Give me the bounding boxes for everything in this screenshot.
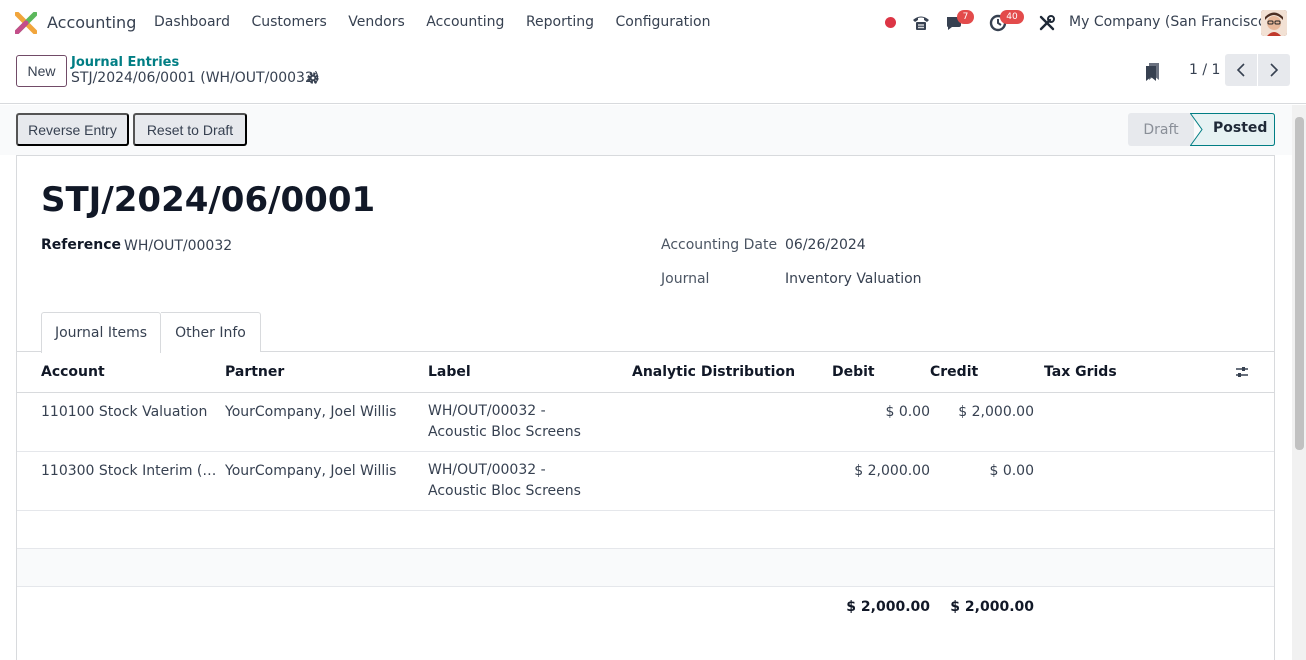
menu-configuration[interactable]: Configuration <box>616 14 711 30</box>
cell-label[interactable]: WH/OUT/00032 - Acoustic Bloc Screens <box>428 392 632 452</box>
reverse-entry-button[interactable]: Reverse Entry <box>16 113 129 146</box>
table-row[interactable]: 110300 Stock Interim (Delivered) YourCom… <box>17 451 1274 511</box>
journal-items-table: Account Partner Label Analytic Distribut… <box>17 352 1274 624</box>
breadcrumb-current: STJ/2024/06/0001 (WH/OUT/00032) <box>71 70 320 86</box>
totals-row: $ 2,000.00 $ 2,000.00 <box>17 586 1274 624</box>
empty-row <box>17 548 1274 587</box>
journal-field[interactable]: Inventory Valuation <box>785 271 922 287</box>
column-header-account[interactable]: Account <box>17 352 225 393</box>
total-debit: $ 2,000.00 <box>846 598 930 615</box>
total-spacer <box>428 586 632 624</box>
chevron-right-icon <box>1270 63 1279 77</box>
stage-draft[interactable]: Draft <box>1128 113 1194 146</box>
accounting-date-label: Accounting Date <box>661 237 778 253</box>
column-header-debit[interactable]: Debit <box>832 352 930 393</box>
total-spacer <box>225 586 428 624</box>
stage-posted-label: Posted <box>1213 120 1268 136</box>
control-panel: New Journal Entries STJ/2024/06/0001 (WH… <box>0 46 1306 104</box>
cell-debit[interactable]: $ 0.00 <box>832 392 930 452</box>
form-sheet: STJ/2024/06/0001 Reference WH/OUT/00032 … <box>16 155 1275 660</box>
cell-partner[interactable]: YourCompany, Joel Willis <box>225 451 428 511</box>
chevron-left-icon <box>1236 63 1245 77</box>
column-header-partner[interactable]: Partner <box>225 352 428 393</box>
recording-indicator-icon[interactable] <box>885 17 896 28</box>
pager-previous-button[interactable] <box>1225 54 1257 86</box>
cell-credit[interactable]: $ 2,000.00 <box>930 392 1034 452</box>
total-spacer <box>17 586 225 624</box>
chat-count-badge: 7 <box>957 10 974 24</box>
reference-field[interactable]: WH/OUT/00032 <box>124 238 232 254</box>
empty-cell <box>17 510 1274 549</box>
scrollbar-thumb[interactable] <box>1295 117 1304 450</box>
menu-accounting[interactable]: Accounting <box>426 14 504 30</box>
total-credit: $ 2,000.00 <box>950 598 1034 615</box>
form-statusbar: Reverse Entry Reset to Draft Draft Poste… <box>0 105 1292 155</box>
gear-icon[interactable] <box>306 71 320 85</box>
cell-tax-grids[interactable] <box>1034 392 1234 452</box>
tab-journal-items[interactable]: Journal Items <box>41 312 161 353</box>
main-menu: Dashboard Customers Vendors Accounting R… <box>154 14 732 30</box>
total-spacer <box>1034 586 1234 624</box>
record-title: STJ/2024/06/0001 <box>41 180 376 220</box>
menu-customers[interactable]: Customers <box>251 14 326 30</box>
reference-label: Reference <box>41 237 122 253</box>
cell-account[interactable]: 110300 Stock Interim (Delivered) <box>17 451 225 511</box>
table-row[interactable]: 110100 Stock Valuation YourCompany, Joel… <box>17 392 1274 452</box>
pager-next-button[interactable] <box>1258 54 1290 86</box>
accounting-date-field[interactable]: 06/26/2024 <box>785 237 866 253</box>
optional-columns-icon <box>1236 366 1248 377</box>
activity-count-badge: 40 <box>1000 10 1024 24</box>
stage-posted[interactable]: Posted <box>1190 113 1275 146</box>
top-navbar: Accounting Dashboard Customers Vendors A… <box>0 0 1306 46</box>
cell-tax-grids[interactable] <box>1034 451 1234 511</box>
bookmark-icon[interactable] <box>1145 62 1161 82</box>
cell-spacer <box>1234 451 1274 511</box>
cell-account[interactable]: 110100 Stock Valuation <box>17 392 225 452</box>
app-name[interactable]: Accounting <box>47 13 136 32</box>
user-avatar[interactable] <box>1261 10 1287 36</box>
reset-to-draft-button[interactable]: Reset to Draft <box>133 113 247 146</box>
cell-credit[interactable]: $ 0.00 <box>930 451 1034 511</box>
empty-cell <box>17 548 1274 587</box>
menu-vendors[interactable]: Vendors <box>348 14 404 30</box>
cell-analytic[interactable] <box>632 451 832 511</box>
notebook-tabs: Journal Items Other Info <box>17 312 1274 353</box>
cell-partner[interactable]: YourCompany, Joel Willis <box>225 392 428 452</box>
journal-label: Journal <box>661 271 710 287</box>
cell-debit[interactable]: $ 2,000.00 <box>832 451 930 511</box>
total-spacer <box>632 586 832 624</box>
column-header-credit[interactable]: Credit <box>930 352 1034 393</box>
company-switcher[interactable]: My Company (San Francisco) <box>1069 14 1272 30</box>
column-header-label[interactable]: Label <box>428 352 632 393</box>
tab-other-info[interactable]: Other Info <box>161 312 261 352</box>
column-header-tax-grids[interactable]: Tax Grids <box>1034 352 1234 393</box>
cell-analytic[interactable] <box>632 392 832 452</box>
column-header-analytic[interactable]: Analytic Distribution <box>632 352 832 393</box>
table-header-row: Account Partner Label Analytic Distribut… <box>17 352 1274 393</box>
phone-icon[interactable] <box>911 13 931 33</box>
page-scrollbar[interactable] <box>1292 105 1306 660</box>
tools-icon[interactable] <box>1038 14 1056 32</box>
cell-label[interactable]: WH/OUT/00032 - Acoustic Bloc Screens <box>428 451 632 511</box>
pager-value[interactable]: 1 / 1 <box>1189 62 1220 78</box>
optional-columns-toggle[interactable] <box>1234 352 1274 393</box>
total-spacer <box>1234 586 1274 624</box>
new-button[interactable]: New <box>16 55 67 87</box>
menu-reporting[interactable]: Reporting <box>526 14 594 30</box>
app-logo-icon[interactable] <box>15 12 37 34</box>
cell-spacer <box>1234 392 1274 452</box>
breadcrumb-parent[interactable]: Journal Entries <box>71 55 179 70</box>
menu-dashboard[interactable]: Dashboard <box>154 14 230 30</box>
empty-row <box>17 510 1274 549</box>
